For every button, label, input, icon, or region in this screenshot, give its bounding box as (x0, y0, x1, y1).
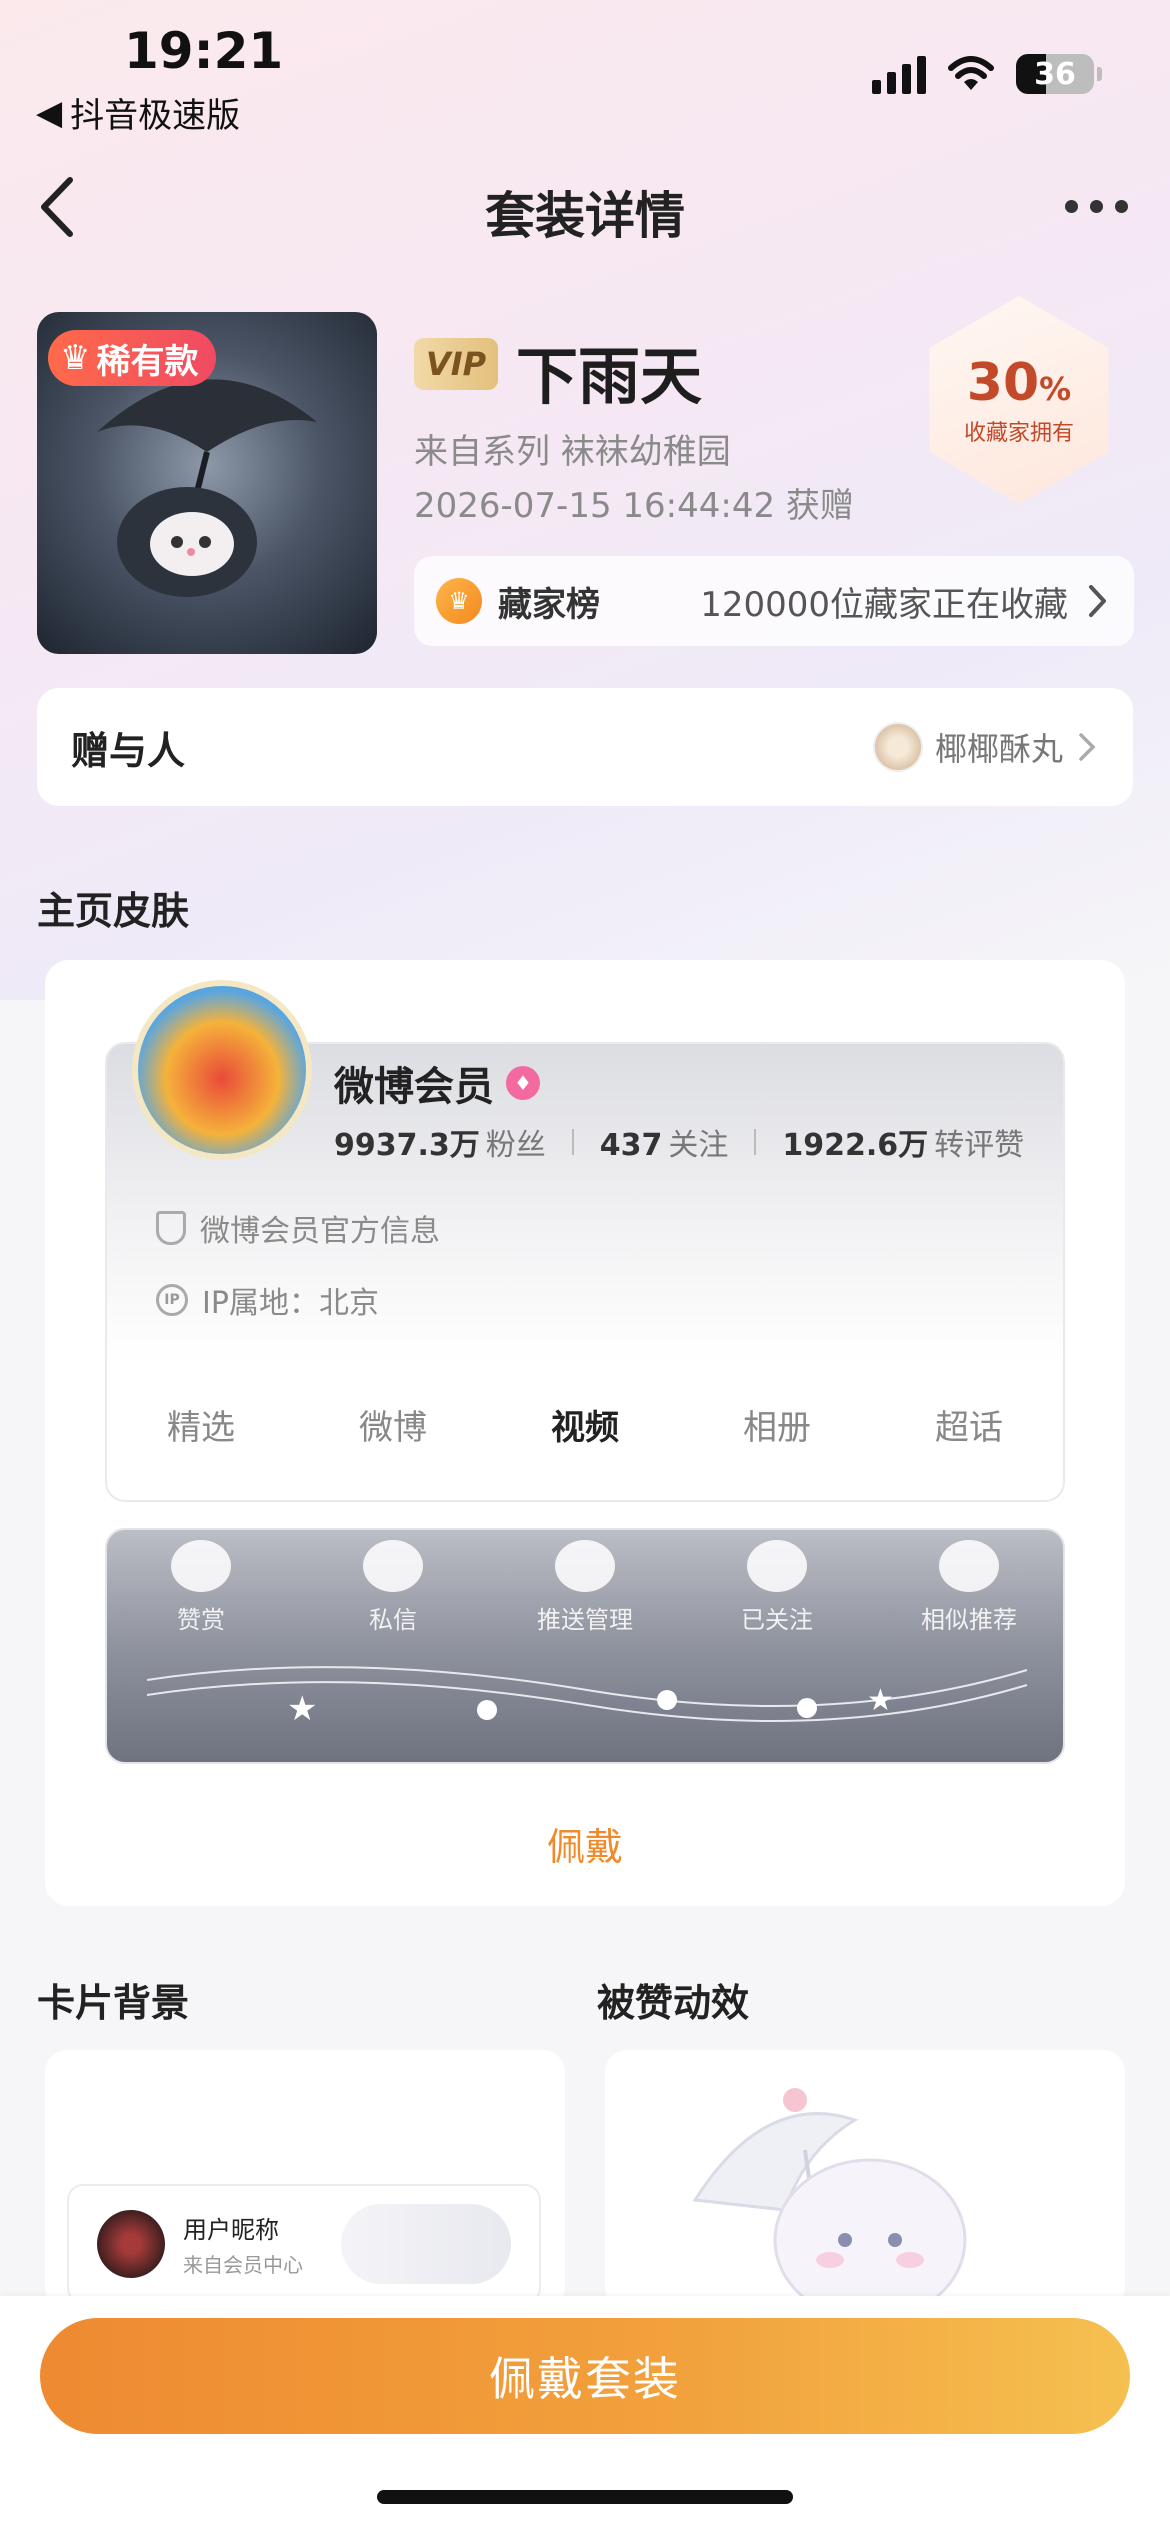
strip-item-similar: 相似推荐 (889, 1540, 1049, 1635)
chevron-right-icon (1089, 585, 1106, 617)
svg-text:★: ★ (867, 1683, 894, 1718)
umbrella-bunny-illustration (692, 2088, 967, 2310)
strip-item-push: 推送管理 (505, 1540, 665, 1635)
mini-user-card: 用户昵称 来自会员中心 (67, 2184, 541, 2304)
ownership-percent: 30% (966, 353, 1072, 413)
back-app-label: 抖音极速版 (70, 96, 241, 136)
more-icon[interactable] (1065, 200, 1128, 213)
fans-count: 9937.3万 (334, 1128, 480, 1163)
skin-avatar (132, 980, 312, 1160)
tab-album: 相册 (743, 1408, 811, 1448)
section-title-like-effect: 被赞动效 (597, 1981, 750, 2025)
wifi-icon (948, 56, 994, 90)
mini-card-decoration (341, 2204, 511, 2284)
battery-level: 36 (1034, 56, 1076, 92)
message-icon (363, 1540, 423, 1592)
giver-info: 椰椰酥丸 (872, 722, 1099, 772)
wear-skin-button[interactable]: 佩戴 (45, 1780, 1125, 1906)
ip-icon: IP (156, 1284, 188, 1316)
rank-label: 藏家榜 (498, 584, 600, 625)
push-icon (555, 1540, 615, 1592)
crown-icon: ♛ (436, 578, 482, 624)
back-to-app[interactable]: ◀ 抖音极速版 (36, 88, 240, 137)
skin-user-name: 微博会员 ♦ (334, 1054, 540, 1112)
official-info-text: 微博会员官方信息 (200, 1214, 440, 1249)
fans-label: 粉丝 (485, 1128, 546, 1163)
like-effect-preview[interactable] (605, 2050, 1125, 2310)
follow-label: 关注 (668, 1128, 729, 1163)
rare-badge: ♛ 稀有款 (48, 330, 217, 386)
suit-name: 下雨天 (516, 340, 703, 413)
home-indicator[interactable] (377, 2490, 793, 2504)
tab-supertopic: 超话 (935, 1408, 1003, 1448)
tab-video: 视频 (551, 1408, 619, 1448)
ip-location-text: IP属地：北京 (202, 1286, 379, 1321)
strip-label: 赞赏 (177, 1606, 225, 1634)
back-triangle-icon: ◀ (36, 92, 63, 133)
divider (754, 1129, 757, 1155)
tab-weibo: 微博 (359, 1408, 427, 1448)
likes-count: 1922.6万 (782, 1128, 929, 1163)
mini-avatar (97, 2210, 165, 2278)
section-title-card-bg: 卡片背景 (37, 1981, 190, 2025)
signal-icon (872, 54, 926, 94)
member-icon: ♦ (506, 1066, 540, 1100)
crown-icon: ♛ (60, 338, 91, 378)
rank-text: 120000位藏家正在收藏 (700, 584, 1068, 625)
battery-icon: 36 (1016, 54, 1102, 94)
strip-label: 私信 (369, 1606, 417, 1634)
similar-icon (939, 1540, 999, 1592)
gift-time: 2026-07-15 16:44:42 获赠 (414, 486, 854, 526)
reward-icon (171, 1540, 231, 1592)
collector-rank-row[interactable]: ♛ 藏家榜 120000位藏家正在收藏 (414, 556, 1134, 646)
section-title-skin: 主页皮肤 (37, 889, 190, 933)
likes-label: 转评赞 (934, 1128, 1025, 1163)
giver-row[interactable]: 赠与人 椰椰酥丸 (37, 688, 1133, 806)
chevron-right-icon (1079, 733, 1096, 761)
svg-text:★: ★ (287, 1689, 317, 1729)
giver-name: 椰椰酥丸 (934, 730, 1063, 768)
page-title: 套装详情 (485, 187, 685, 245)
skin-action-items: 赞赏 私信 推送管理 已关注 相似推荐 (105, 1540, 1065, 1635)
strip-item-message: 私信 (313, 1540, 473, 1635)
mini-user-source: 来自会员中心 (183, 2253, 303, 2277)
ownership-label: 收藏家拥有 (963, 421, 1074, 446)
wear-suit-button[interactable]: 佩戴套装 (40, 2318, 1130, 2434)
strip-item-reward: 赞赏 (121, 1540, 281, 1635)
strip-label: 推送管理 (537, 1606, 633, 1634)
tab-featured: 精选 (167, 1408, 235, 1448)
strip-item-followed: 已关注 (697, 1540, 857, 1635)
strip-label: 相似推荐 (921, 1606, 1017, 1634)
series-text: 来自系列 袜袜幼稚园 (414, 432, 731, 472)
giver-avatar (872, 722, 923, 772)
mini-user-name: 用户昵称 (183, 2216, 279, 2244)
follow-count: 437 (599, 1128, 663, 1163)
strip-label: 已关注 (741, 1606, 813, 1634)
giver-label: 赠与人 (71, 728, 186, 773)
vip-tag: VIP (414, 338, 498, 390)
divider (571, 1129, 574, 1155)
shield-icon (156, 1211, 186, 1245)
status-time: 19:21 (124, 22, 284, 80)
followed-icon (747, 1540, 807, 1592)
ip-location-row: IP IP属地：北京 (156, 1278, 379, 1322)
skin-user-name-text: 微博会员 (334, 1064, 494, 1110)
status-indicators: 36 (872, 54, 1102, 94)
official-info-row: 微博会员官方信息 (156, 1206, 440, 1250)
rare-badge-label: 稀有款 (96, 341, 199, 382)
skin-stats: 9937.3万 粉丝 437 关注 1922.6万 转评赞 (334, 1120, 1024, 1164)
skin-tabs: 精选 微博 视频 相册 超话 (105, 1400, 1065, 1449)
